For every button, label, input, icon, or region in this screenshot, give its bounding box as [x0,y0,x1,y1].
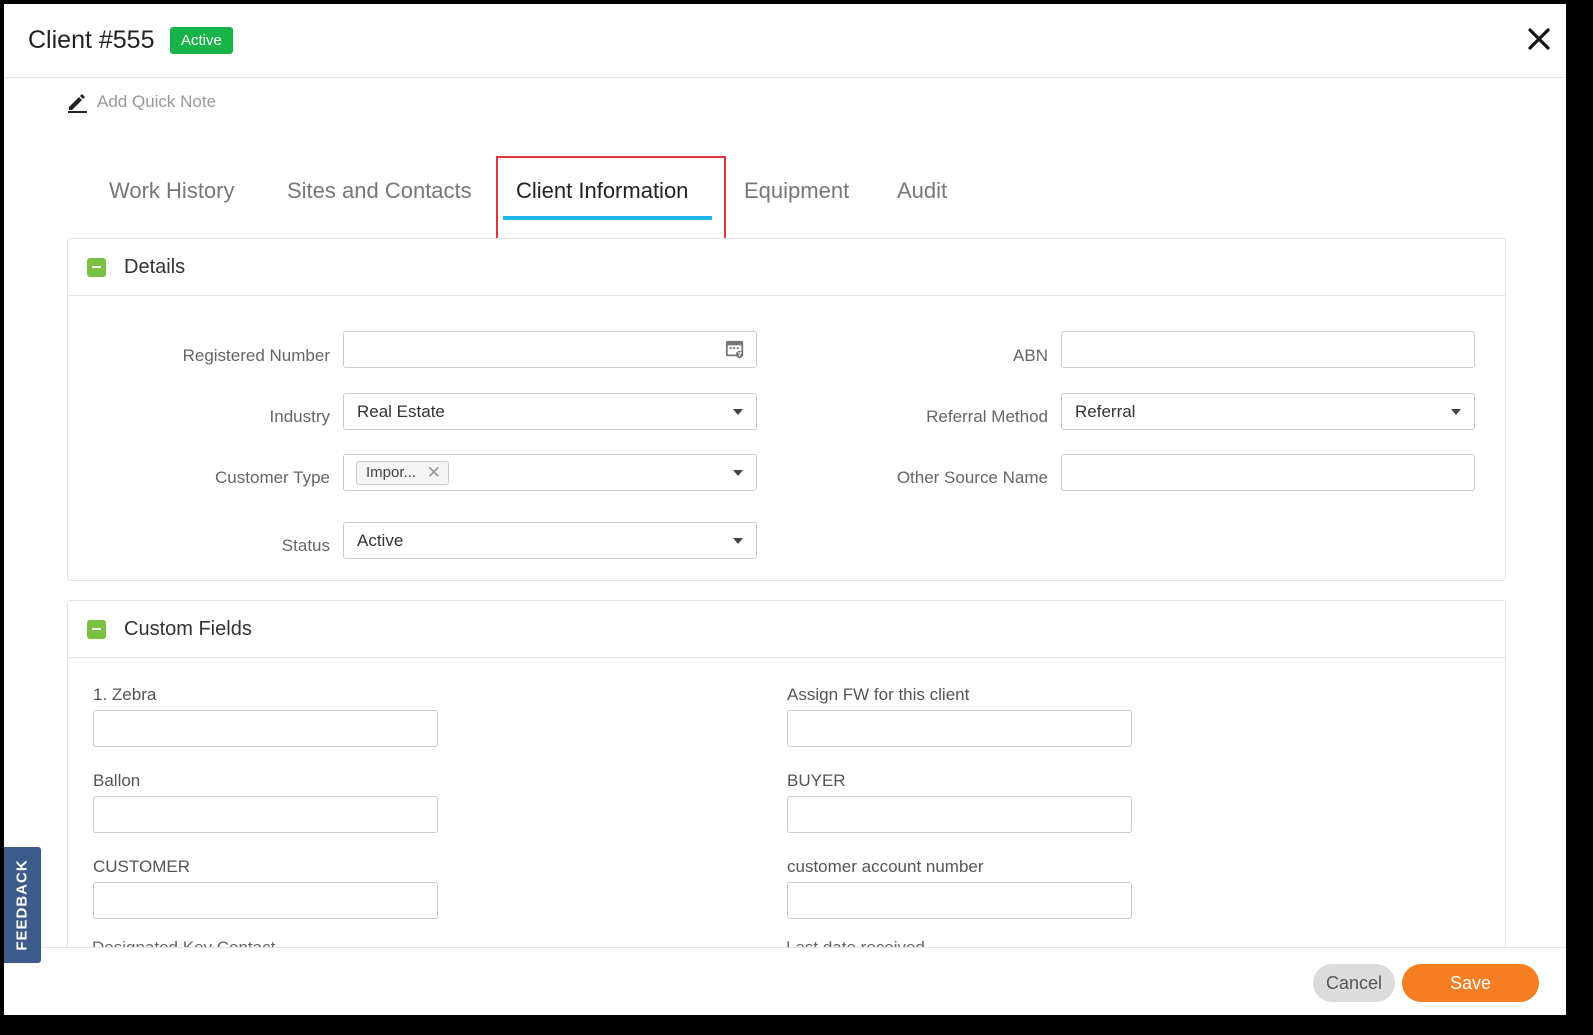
chevron-down-icon [733,409,743,415]
other-source-name-input[interactable] [1061,454,1475,491]
custom-field-label: Ballon [93,771,141,790]
customer-type-tag-label: Impor... [366,464,417,481]
ballon-input[interactable] [93,796,438,833]
other-source-name-label: Other Source Name [896,468,1048,487]
page-title: Client #555 [28,26,155,54]
custom-fields-panel-header: Custom Fields [68,601,1505,658]
chevron-down-icon [1451,409,1461,415]
industry-label: Industry [269,407,330,426]
referral-method-label: Referral Method [926,407,1048,426]
tab-audit[interactable]: Audit [897,178,947,204]
status-value: Active [357,531,404,550]
assign-fw-input[interactable] [787,710,1132,747]
tab-work-history[interactable]: Work History [109,178,235,204]
referral-method-select[interactable]: Referral [1061,393,1475,430]
feedback-tab[interactable]: FEEDBACK [4,847,41,963]
tab-sites-and-contacts[interactable]: Sites and Contacts [287,178,472,204]
custom-field-label: CUSTOMER [93,857,190,876]
zebra-input[interactable] [93,710,438,747]
custom-field-label: BUYER [787,771,846,790]
referral-method-value: Referral [1075,402,1136,421]
chevron-down-icon [733,538,743,544]
industry-value: Real Estate [357,402,445,421]
close-icon[interactable]: ✕ [427,462,441,484]
client-modal: Client #555 Active Add Quick Note Work H… [4,4,1566,1015]
customer-input[interactable] [93,882,438,919]
custom-field-label: customer account number [787,857,984,876]
customer-type-multiselect[interactable]: Impor... ✕ [343,454,757,491]
feedback-label: FEEDBACK [13,859,31,951]
pencil-icon [68,94,87,113]
details-panel: Details Registered Number ABN Industry R… [67,238,1506,581]
cancel-button[interactable]: Cancel [1313,964,1395,1002]
close-icon [1528,28,1550,50]
calendar-icon[interactable] [725,339,745,359]
custom-field-label: Assign FW for this client [787,685,970,704]
abn-input[interactable] [1061,331,1475,368]
buyer-input[interactable] [787,796,1132,833]
custom-fields-title: Custom Fields [124,618,252,640]
custom-field-label: 1. Zebra [93,685,157,704]
details-collapse-toggle[interactable] [87,258,106,277]
industry-select[interactable]: Real Estate [343,393,757,430]
status-badge: Active [170,27,233,54]
registered-number-input[interactable] [343,331,757,368]
close-button[interactable] [1524,24,1554,54]
customer-type-label: Customer Type [215,468,330,487]
details-panel-header: Details [68,239,1505,296]
registered-number-label: Registered Number [182,346,330,365]
customer-type-tag: Impor... ✕ [356,461,450,485]
customer-account-number-input[interactable] [787,882,1132,919]
status-select[interactable]: Active [343,522,757,559]
tab-highlight-box [496,156,726,241]
abn-label: ABN [1013,346,1048,365]
add-quick-note-label: Add Quick Note [97,92,217,111]
add-quick-note-button[interactable]: Add Quick Note [66,90,216,114]
custom-fields-collapse-toggle[interactable] [87,620,106,639]
status-label: Status [281,536,330,555]
chevron-down-icon [733,470,743,476]
modal-header: Client #555 Active [4,4,1566,78]
details-title: Details [124,256,186,278]
save-button[interactable]: Save [1402,964,1539,1002]
modal-footer: Cancel Save [4,947,1566,1015]
tab-equipment[interactable]: Equipment [744,178,849,204]
